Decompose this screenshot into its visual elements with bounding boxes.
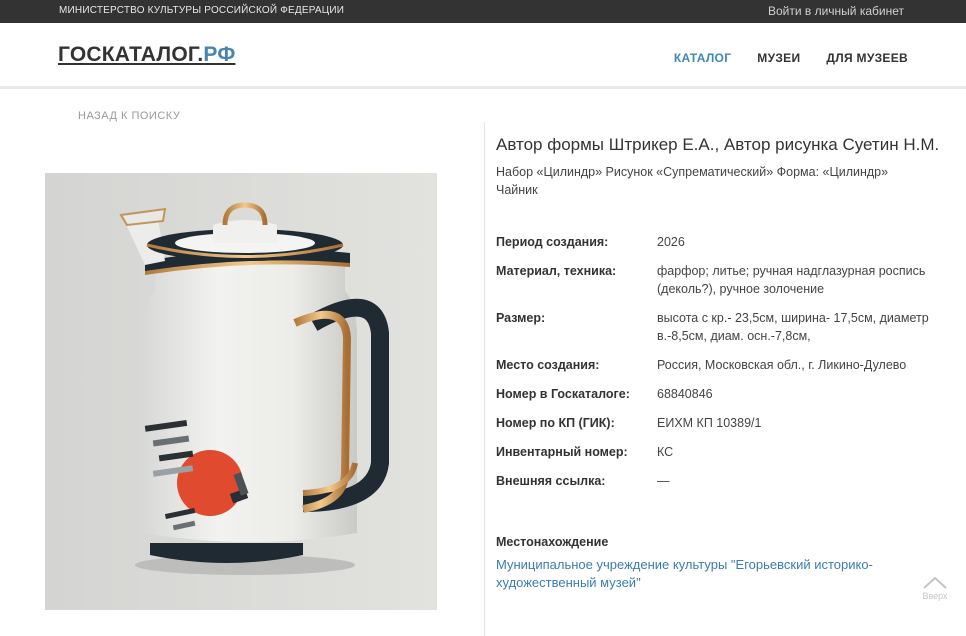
nav-museums[interactable]: МУЗЕИ	[757, 51, 800, 65]
property-value: КС	[657, 445, 674, 459]
nav-catalog[interactable]: КАТАЛОГ	[674, 51, 731, 65]
property-key: Период создания:	[496, 235, 609, 249]
item-title: Автор формы Штрикер Е.А., Автор рисунка …	[496, 135, 940, 154]
logo-suffix-text: РФ	[203, 43, 236, 66]
property-key: Размер:	[496, 311, 546, 325]
property-value: Россия, Московская обл., г. Ликино-Дулев…	[657, 358, 907, 372]
property-value: 68840846	[657, 387, 713, 401]
property-key: Внешняя ссылка:	[496, 474, 606, 488]
chevron-up-icon	[923, 576, 947, 589]
item-subtitle: Набор «Цилиндр» Рисунок «Супрематический…	[496, 165, 889, 197]
property-row: Материал, техника: фарфор; литье; ручная…	[496, 262, 951, 298]
nav-for-museums[interactable]: ДЛЯ МУЗЕЕВ	[826, 51, 908, 65]
site-header: ГОСКАТАЛОГ.РФ КАТАЛОГ МУЗЕИ ДЛЯ МУЗЕЕВ	[0, 23, 966, 89]
item-properties: Период создания: 2026 Материал, техника:…	[496, 233, 951, 501]
property-value: 2026	[657, 235, 685, 249]
property-row: Номер в Госкаталоге: 68840846	[496, 385, 951, 403]
property-row: Место создания: Россия, Московская обл.,…	[496, 356, 951, 374]
main-nav: КАТАЛОГ МУЗЕИ ДЛЯ МУЗЕЕВ	[674, 51, 908, 65]
main-content: НАЗАД К ПОИСКУ Автор формы Штрикер Е.А.,…	[0, 92, 966, 636]
museum-link[interactable]: Муниципальное учреждение культуры "Егорь…	[496, 557, 873, 590]
property-row: Номер по КП (ГИК): ЕИХМ КП 10389/1	[496, 414, 951, 432]
teapot-image	[45, 173, 437, 610]
property-key: Материал, техника:	[496, 264, 617, 278]
scroll-to-top-label: Вверх	[922, 591, 948, 601]
back-to-search-link[interactable]: НАЗАД К ПОИСКУ	[78, 110, 180, 122]
login-link[interactable]: Войти в личный кабинет	[768, 4, 904, 18]
location-block: Местонахождение Муниципальное учреждение…	[496, 535, 936, 592]
property-row: Инвентарный номер: КС	[496, 443, 951, 461]
property-key: Место создания:	[496, 358, 600, 372]
top-bar: МИНИСТЕРСТВО КУЛЬТУРЫ РОССИЙСКОЙ ФЕДЕРАЦ…	[0, 0, 966, 23]
property-row: Период создания: 2026	[496, 233, 951, 251]
property-value: ЕИХМ КП 10389/1	[657, 416, 762, 430]
site-logo[interactable]: ГОСКАТАЛОГ.РФ	[58, 43, 235, 67]
property-value: фарфор; литье; ручная надглазурная роспи…	[657, 264, 926, 296]
scroll-to-top-button[interactable]: Вверх	[918, 576, 952, 606]
property-key: Инвентарный номер:	[496, 445, 628, 459]
property-value: высота с кр.- 23,5см, ширина- 17,5см, ди…	[657, 311, 929, 343]
property-key: Номер по КП (ГИК):	[496, 416, 615, 430]
property-row: Внешняя ссылка: —	[496, 472, 951, 490]
item-header: Автор формы Штрикер Е.А., Автор рисунка …	[496, 134, 951, 199]
content-divider	[484, 122, 485, 636]
property-value: —	[657, 474, 670, 488]
location-label: Местонахождение	[496, 535, 609, 549]
property-key: Номер в Госкаталоге:	[496, 387, 630, 401]
item-photo[interactable]	[45, 173, 437, 610]
property-row: Размер: высота с кр.- 23,5см, ширина- 17…	[496, 309, 951, 345]
logo-main-text: ГОСКАТАЛОГ.	[58, 43, 204, 66]
ministry-label: МИНИСТЕРСТВО КУЛЬТУРЫ РОССИЙСКОЙ ФЕДЕРАЦ…	[59, 5, 345, 16]
